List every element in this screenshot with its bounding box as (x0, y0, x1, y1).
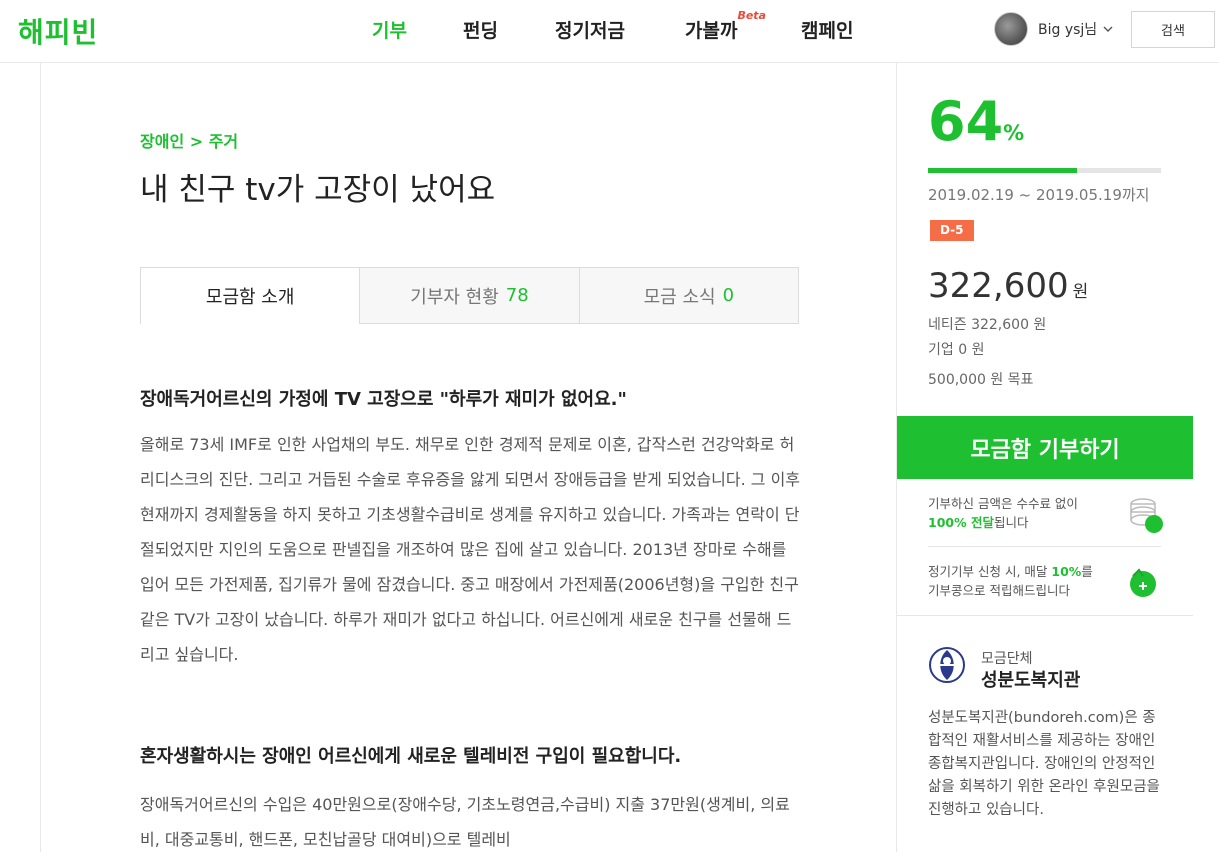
nav-regular-saving[interactable]: 정기저금 (555, 16, 625, 43)
percent-unit: % (1003, 121, 1025, 145)
nav-gabolkka[interactable]: 가볼까 Beta (685, 9, 766, 43)
tab-donors-label: 기부자 현황 (410, 286, 499, 308)
section-body-1: 올해로 73세 IMF로 인한 사업채의 부도. 채무로 인한 경제적 문제로 … (140, 435, 801, 664)
progress-bar (928, 168, 1161, 173)
sidebar-divider (897, 615, 1193, 616)
tab-intro[interactable]: 모금함 소개 (140, 267, 361, 324)
user-name: Big ysj님 (1038, 22, 1098, 38)
org-name[interactable]: 성분도복지관 (981, 666, 1080, 692)
fee-notice: 기부하신 금액은 수수료 없이 100% 전달됩니다 (928, 494, 1163, 533)
breadcrumb[interactable]: 장애인 > 주거 (140, 128, 238, 152)
content-tabs: 모금함 소개 기부자 현황 78 모금 소식 0 (140, 267, 799, 324)
coin-stack-icon (1125, 496, 1163, 533)
progress-percent-value: 64 (928, 90, 1004, 153)
fee-notice-suffix: 됩니다 (993, 515, 1029, 530)
fee-notice-highlight: 100% 전달 (928, 515, 994, 530)
regular-notice-a: 정기기부 신청 시, 매달 (928, 564, 1052, 579)
raised-amount-value: 322,600 (928, 266, 1069, 306)
nav-donate[interactable]: 기부 (372, 16, 407, 43)
progress-bar-fill (928, 168, 1078, 173)
search-button[interactable]: 검색 (1131, 11, 1215, 48)
chevron-down-icon (1103, 23, 1113, 36)
bean-icon (1125, 564, 1161, 600)
top-navigation: 해피빈 기부 펀딩 정기저금 가볼까 Beta 캠페인 Big ysj님 검색 (0, 0, 1219, 63)
regular-notice-highlight: 10% (1051, 564, 1082, 579)
dday-badge: D-5 (930, 220, 974, 241)
netizen-amount: 네티즌 322,600 원 (928, 317, 1047, 333)
raised-amount: 322,600 원 (928, 266, 1088, 306)
nav-campaign[interactable]: 캠페인 (801, 16, 853, 43)
main-content: 장애인 > 주거 내 친구 tv가 고장이 났어요 모금함 소개 기부자 현황 … (40, 63, 897, 852)
tab-donors-count: 78 (505, 285, 529, 306)
section-body-2: 장애독거어르신의 수입은 40만원으로(장애수당, 기초노령연금,수급비) 지출… (140, 795, 790, 849)
notice-divider (928, 546, 1161, 547)
campaign-period: 2019.02.19 ~ 2019.05.19까지 (928, 186, 1150, 204)
donation-sidebar: 64% 2019.02.19 ~ 2019.05.19까지 D-5 322,60… (897, 63, 1193, 852)
section-heading-2: 혼자생활하시는 장애인 어르신에게 새로운 텔레비전 구입이 필요합니다. (140, 746, 682, 767)
tab-intro-label: 모금함 소개 (205, 287, 295, 308)
goal-amount: 500,000 원 목표 (928, 372, 1034, 388)
user-menu[interactable]: Big ysj님 (994, 12, 1113, 46)
org-description: 성분도복지관(bundoreh.com)은 종합적인 재활서비스를 제공하는 장… (928, 710, 1160, 818)
tab-news-count: 0 (722, 285, 735, 306)
nav-gabolkka-label: 가볼까 (685, 20, 738, 42)
tab-news-label: 모금 소식 (643, 286, 716, 308)
page-title: 내 친구 tv가 고장이 났어요 (140, 172, 496, 208)
regular-notice: 정기기부 신청 시, 매달 10%를 기부콩으로 적립해드립니다 (928, 562, 1161, 600)
tab-donors[interactable]: 기부자 현황 78 (360, 267, 580, 324)
company-amount: 기업 0 원 (928, 342, 985, 358)
happybean-logo[interactable]: 해피빈 (18, 11, 98, 51)
progress-percent: 64% (928, 95, 1024, 149)
regular-notice-c: 를 (1081, 564, 1093, 579)
org-label: 모금단체 (981, 651, 1033, 667)
donate-button[interactable]: 모금함 기부하기 (897, 416, 1193, 479)
nav-funding[interactable]: 펀딩 (463, 16, 498, 43)
amount-unit: 원 (1072, 282, 1089, 302)
org-logo-icon[interactable] (928, 646, 966, 684)
beta-badge: Beta (737, 9, 766, 22)
section-heading-1: 장애독거어르신의 가정에 TV 고장으로 "하루가 재미가 없어요." (140, 389, 627, 410)
tab-news[interactable]: 모금 소식 0 (579, 267, 799, 324)
avatar (994, 12, 1028, 46)
